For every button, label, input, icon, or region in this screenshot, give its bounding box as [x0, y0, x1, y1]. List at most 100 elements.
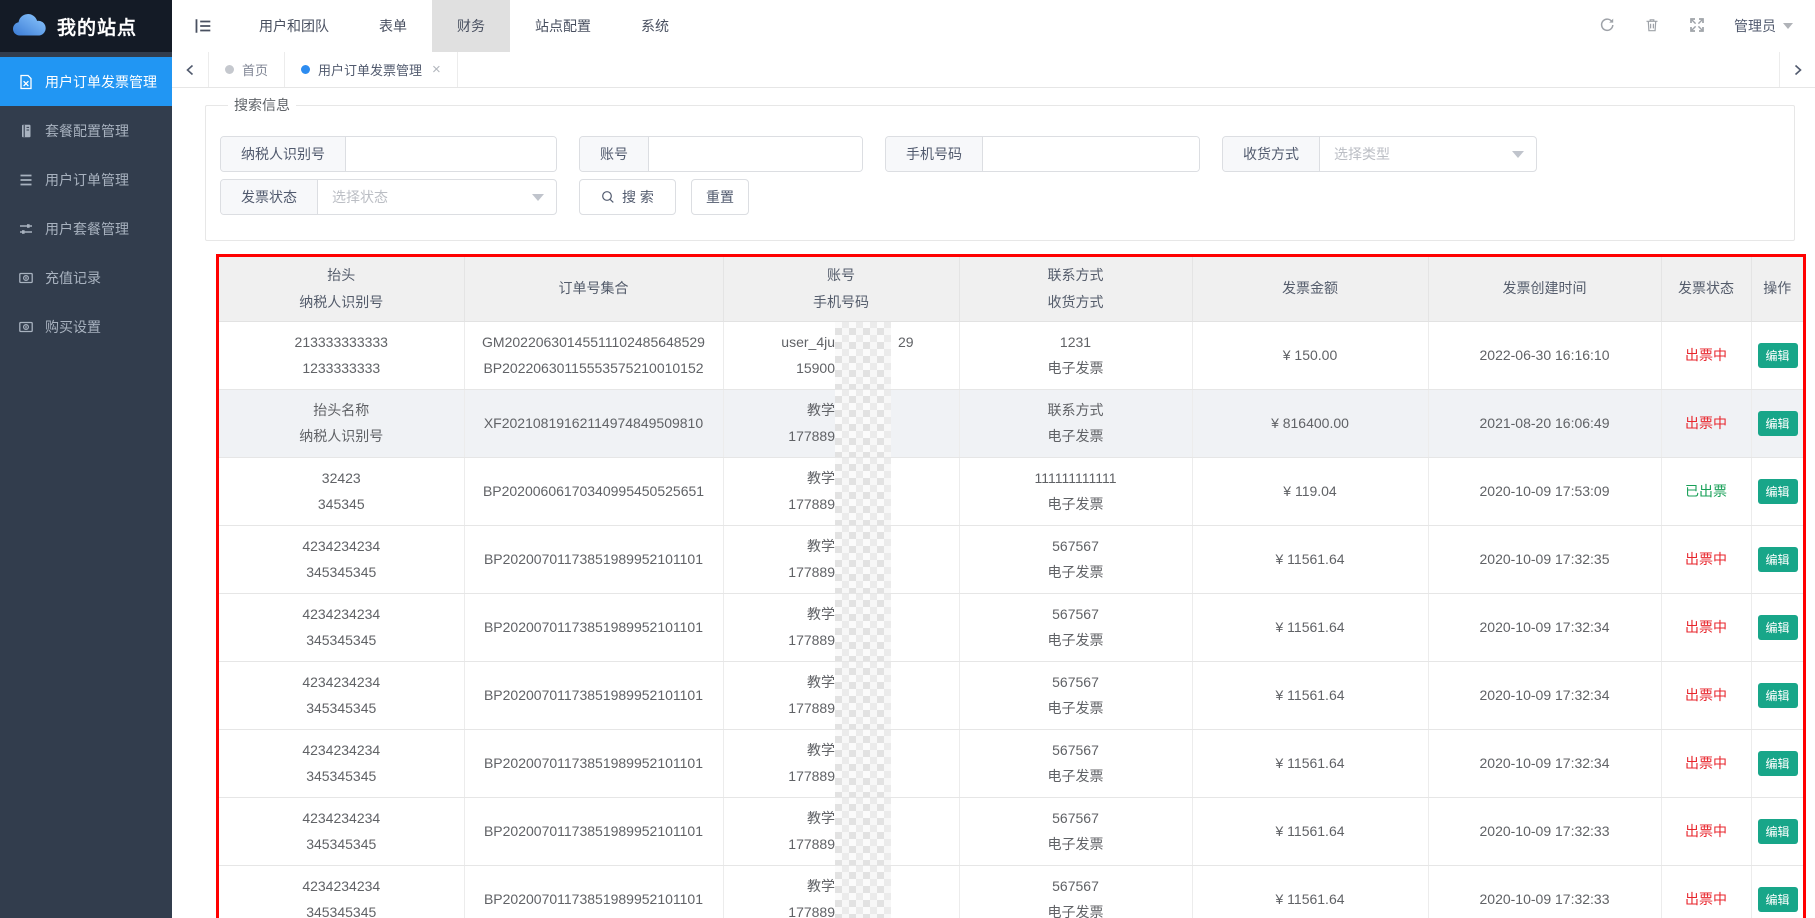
taxpayer-id-input[interactable] — [346, 137, 556, 171]
edit-button[interactable]: 编辑 — [1758, 411, 1798, 436]
refresh-button[interactable] — [1599, 17, 1617, 35]
app-window: 我的站点 用户订单发票管理套餐配置管理用户订单管理用户套餐管理充值记录购买设置 … — [0, 0, 1815, 918]
cell-title-taxid: 2133333333331233333333 — [219, 321, 464, 389]
taxpayer-id: 345345345 — [225, 831, 458, 857]
invoice-status-placeholder: 选择状态 — [318, 180, 532, 214]
user-menu[interactable]: 管理员 — [1734, 16, 1793, 36]
order-number: BP20200606170340995450525651 — [471, 478, 717, 504]
delivery-method-select[interactable]: 收货方式 选择类型 — [1222, 136, 1537, 172]
cell-title-taxid: 32423345345 — [219, 457, 464, 525]
phone-visible: 177889 — [731, 423, 835, 449]
main-area: 用户和团队表单财务站点配置系统 管理员 首页用户订单发票管理× — [172, 0, 1815, 918]
topnav-item-0[interactable]: 用户和团队 — [234, 0, 354, 52]
table-row: 4234234234345345345BP2020070117385198995… — [219, 865, 1803, 918]
delivery-method: 电子发票 — [966, 491, 1186, 517]
sidebar: 我的站点 用户订单发票管理套餐配置管理用户订单管理用户套餐管理充值记录购买设置 — [0, 0, 172, 918]
invoice-amount: ¥ 11561.64 — [1199, 546, 1422, 572]
search-button[interactable]: 搜 索 — [579, 179, 676, 215]
purchase-icon — [18, 319, 34, 335]
topnav-item-3[interactable]: 站点配置 — [510, 0, 616, 52]
sidebar-item-4[interactable]: 充值记录 — [0, 253, 172, 302]
search-panel-legend: 搜索信息 — [228, 95, 296, 115]
cell-created-time: 2020-10-09 17:32:33 — [1428, 797, 1661, 865]
chevron-right-icon — [1792, 64, 1804, 76]
invoice-status-select[interactable]: 发票状态 选择状态 — [220, 179, 557, 215]
status-badge: 出票中 — [1685, 823, 1727, 839]
sidebar-item-1[interactable]: 套餐配置管理 — [0, 106, 172, 155]
cell-account-phone: 教学177889 — [723, 457, 959, 525]
sidebar-item-0[interactable]: 用户订单发票管理 — [0, 57, 172, 106]
topnav-item-1[interactable]: 表单 — [354, 0, 432, 52]
column-header-4: 发票金额 — [1192, 257, 1428, 321]
tabs-scroll-right-button[interactable] — [1779, 52, 1815, 87]
invoice-title: 32423 — [225, 465, 458, 491]
edit-button[interactable]: 编辑 — [1758, 615, 1798, 640]
fullscreen-button[interactable] — [1689, 17, 1707, 35]
search-row-2: 发票状态 选择状态 搜 索 重置 — [220, 179, 1794, 215]
invoice-title: 抬头名称 — [225, 397, 458, 423]
edit-button[interactable]: 编辑 — [1758, 819, 1798, 844]
taxpayer-id: 345345 — [225, 491, 458, 517]
close-tab-icon[interactable]: × — [432, 62, 441, 77]
reset-button[interactable]: 重置 — [691, 179, 749, 215]
cell-amount: ¥ 11561.64 — [1192, 593, 1428, 661]
sidebar-item-label: 购买设置 — [45, 317, 101, 337]
censor-mosaic — [835, 661, 891, 729]
sidebar-collapse-button[interactable] — [172, 0, 234, 52]
status-badge: 出票中 — [1685, 755, 1727, 771]
cell-contact-delivery: 567567电子发票 — [959, 865, 1192, 918]
taxpayer-id-field: 纳税人识别号 — [220, 136, 557, 172]
tab-0[interactable]: 首页 — [208, 52, 285, 87]
edit-button[interactable]: 编辑 — [1758, 751, 1798, 776]
table-row: 4234234234345345345BP2020070117385198995… — [219, 661, 1803, 729]
search-button-label: 搜 索 — [622, 187, 654, 207]
cell-status: 出票中 — [1661, 389, 1751, 457]
topnav-item-4[interactable]: 系统 — [616, 0, 694, 52]
brand-logo: 我的站点 — [0, 0, 172, 52]
cell-account-phone: user_4ju2915900 — [723, 321, 959, 389]
cell-status: 出票中 — [1661, 321, 1751, 389]
tabs-scroll-left-button[interactable] — [172, 52, 208, 87]
phone-visible: 177889 — [731, 627, 835, 653]
sidebar-menu: 用户订单发票管理套餐配置管理用户订单管理用户套餐管理充值记录购买设置 — [0, 52, 172, 351]
cell-contact-delivery: 111111111111电子发票 — [959, 457, 1192, 525]
trash-button[interactable] — [1644, 17, 1662, 35]
edit-button[interactable]: 编辑 — [1758, 479, 1798, 504]
invoice-created-time: 2020-10-09 17:32:35 — [1435, 546, 1655, 572]
table-row: 4234234234345345345BP2020070117385198995… — [219, 797, 1803, 865]
delivery-method: 电子发票 — [966, 423, 1186, 449]
invoice-created-time: 2020-10-09 17:32:33 — [1435, 886, 1655, 912]
invoice-amount: ¥ 119.04 — [1199, 478, 1422, 504]
tab-1[interactable]: 用户订单发票管理× — [285, 52, 458, 87]
sidebar-item-3[interactable]: 用户套餐管理 — [0, 204, 172, 253]
sidebar-item-2[interactable]: 用户订单管理 — [0, 155, 172, 204]
censor-mosaic — [835, 321, 891, 389]
invoice-title: 4234234234 — [225, 805, 458, 831]
cell-contact-delivery: 567567电子发票 — [959, 661, 1192, 729]
sidebar-item-5[interactable]: 购买设置 — [0, 302, 172, 351]
cell-amount: ¥ 119.04 — [1192, 457, 1428, 525]
order-number: GM20220630145511102485648529 — [471, 329, 717, 355]
cell-account-phone: 教学177889 — [723, 525, 959, 593]
delivery-method: 电子发票 — [966, 627, 1186, 653]
edit-button[interactable]: 编辑 — [1758, 547, 1798, 572]
topnav-item-2[interactable]: 财务 — [432, 0, 510, 52]
invoice-created-time: 2020-10-09 17:32:34 — [1435, 750, 1655, 776]
account-input[interactable] — [649, 137, 862, 171]
edit-button[interactable]: 编辑 — [1758, 683, 1798, 708]
recharge-icon — [18, 270, 34, 286]
delivery-method: 电子发票 — [966, 355, 1186, 381]
invoice-title: 213333333333 — [225, 329, 458, 355]
censor-mosaic — [835, 797, 891, 865]
chevron-left-icon — [184, 64, 196, 76]
cell-order-numbers: BP20200701173851989952101101 — [464, 729, 723, 797]
cell-status: 出票中 — [1661, 865, 1751, 918]
censor-mosaic — [835, 525, 891, 593]
table-row: 32423345345 BP20200606170340995450525651教… — [219, 457, 1803, 525]
phone-input[interactable] — [983, 137, 1199, 171]
edit-button[interactable]: 编辑 — [1758, 887, 1798, 912]
status-badge: 出票中 — [1685, 551, 1727, 567]
edit-button[interactable]: 编辑 — [1758, 343, 1798, 368]
taxpayer-id: 345345345 — [225, 695, 458, 721]
cell-created-time: 2020-10-09 17:32:33 — [1428, 865, 1661, 918]
